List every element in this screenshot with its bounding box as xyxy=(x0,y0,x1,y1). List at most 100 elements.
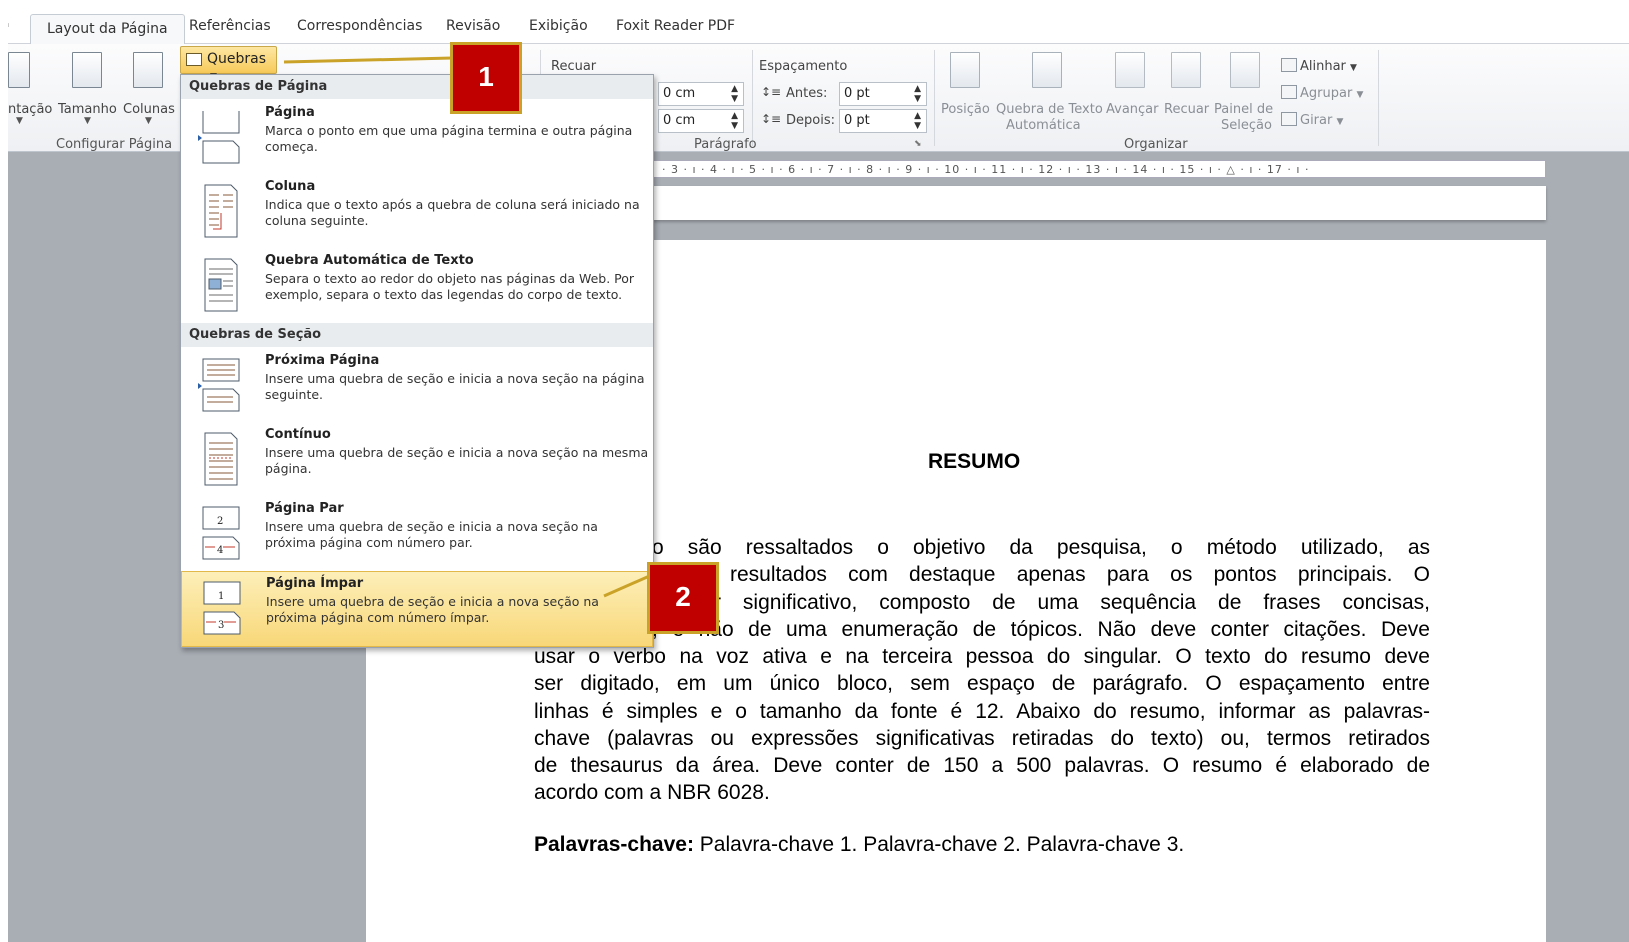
horizontal-ruler[interactable]: · 3 · ı · 4 · ı · 5 · ı · 6 · ı · 7 · ı … xyxy=(653,160,1546,178)
breaks-icon xyxy=(186,53,202,66)
size-icon[interactable] xyxy=(72,52,102,88)
continuous-section-break-icon xyxy=(204,432,238,486)
menu-item-title: Contínuo xyxy=(265,427,331,442)
keywords-value: Palavra-chave 1. Palavra-chave 2. Palavr… xyxy=(693,833,1185,856)
paragraph-line: ser digitado, em um único bloco, sem esp… xyxy=(534,672,1430,695)
menu-item-pagina-impar[interactable]: 13 Página Ímpar Insere uma quebra de seç… xyxy=(181,571,653,647)
orientation-arrow-icon: ▼ xyxy=(16,116,23,126)
space-before-value: 0 pt xyxy=(844,86,870,101)
paragraph-line: r significativo, composto de uma sequênc… xyxy=(714,591,1430,614)
align-button[interactable]: Alinhar ▼ xyxy=(1281,58,1357,74)
breaks-dropdown-menu: Quebras de Página Página Marca o ponto e… xyxy=(180,74,654,648)
indent-right-value: 0 cm xyxy=(663,113,696,128)
previous-page-bottom xyxy=(653,186,1546,220)
space-after-field[interactable]: 0 pt ▲ ▼ xyxy=(839,109,927,133)
tab-referencias[interactable]: Referências xyxy=(189,18,271,34)
space-after-value: 0 pt xyxy=(844,113,870,128)
quebras-label: Quebras xyxy=(207,51,267,67)
group-organizar: Organizar xyxy=(1124,137,1188,152)
menu-item-title: Página Par xyxy=(265,501,344,516)
section-header-section-breaks: Quebras de Seção xyxy=(181,323,653,347)
size-arrow-icon: ▼ xyxy=(84,116,91,126)
menu-item-description: Insere uma quebra de seção e inicia a no… xyxy=(265,371,645,402)
menu-item-pagina[interactable]: Página Marca o ponto em que uma página t… xyxy=(181,101,653,175)
word-window: ˈ Layout da Página Referências Correspon… xyxy=(8,8,1629,942)
align-icon xyxy=(1281,58,1297,72)
group-button[interactable]: Agrupar ▼ xyxy=(1281,85,1363,101)
tab-revisao[interactable]: Revisão xyxy=(446,18,500,34)
menu-item-coluna[interactable]: Coluna Indica que o texto após a quebra … xyxy=(181,175,653,249)
orientation-icon[interactable] xyxy=(8,52,30,88)
callout-number-two: 2 xyxy=(647,562,719,634)
recuar-label: Recuar xyxy=(551,59,597,74)
group-configurar-pagina: Configurar Página xyxy=(56,137,173,152)
paragraph-line: chave (palavras ou expressões significat… xyxy=(534,727,1430,750)
menu-item-description: Indica que o texto após a quebra de colu… xyxy=(265,197,640,228)
espacamento-label: Espaçamento xyxy=(759,59,848,74)
odd-page-section-break-icon: 13 xyxy=(203,581,241,635)
position-label[interactable]: Posição xyxy=(941,102,990,117)
group-arrow-icon: ▼ xyxy=(1356,90,1364,100)
menu-item-pagina-par[interactable]: 24 Página Par Insere uma quebra de seção… xyxy=(181,497,653,571)
menu-item-continuo[interactable]: Contínuo Insere uma quebra de seção e in… xyxy=(181,423,653,497)
svg-text:3: 3 xyxy=(218,620,224,631)
columns-icon[interactable] xyxy=(133,52,163,88)
rotate-arrow-icon: ▼ xyxy=(1336,117,1344,127)
rotate-button[interactable]: Girar ▼ xyxy=(1281,112,1343,128)
section-header-page-breaks: Quebras de Página xyxy=(181,75,653,99)
rotate-label: Girar xyxy=(1300,113,1333,128)
orientation-label[interactable]: ntação xyxy=(8,102,52,117)
menu-item-description: Insere uma quebra de seção e inicia a no… xyxy=(265,445,649,476)
space-before-field[interactable]: 0 pt ▲ ▼ xyxy=(839,82,927,106)
columns-label[interactable]: Colunas xyxy=(123,102,175,117)
position-icon[interactable] xyxy=(950,52,980,88)
menu-item-title: Página Ímpar xyxy=(266,576,364,591)
text-wrap-label-2[interactable]: Automática xyxy=(1006,118,1081,133)
indent-right-field[interactable]: 0 cm ▲ ▼ xyxy=(658,109,744,133)
bring-forward-label[interactable]: Avançar xyxy=(1106,102,1159,117)
svg-text:1: 1 xyxy=(218,591,224,602)
callout-number-one: 1 xyxy=(450,42,522,114)
paragraph-line: acordo com a NBR 6028. xyxy=(534,781,770,804)
ribbon-separator xyxy=(752,50,753,146)
spin-arrows-icon[interactable]: ▲ ▼ xyxy=(914,84,921,104)
quebras-button[interactable]: Quebras ▼ xyxy=(180,46,277,82)
space-before-icon: ↕≡ xyxy=(761,85,782,99)
dialog-launcher-icon[interactable]: ⬊ xyxy=(914,139,922,149)
page-break-icon xyxy=(198,111,240,164)
ribbon-tabs: ˈ Layout da Página Referências Correspon… xyxy=(8,8,1629,45)
menu-item-description: Separa o texto ao redor do objeto nas pá… xyxy=(265,271,635,302)
spin-arrows-icon[interactable]: ▲ ▼ xyxy=(914,111,921,131)
menu-item-proxima-pagina[interactable]: Próxima Página Insere uma quebra de seçã… xyxy=(181,349,653,423)
selection-pane-icon[interactable] xyxy=(1230,52,1260,88)
menu-item-title: Quebra Automática de Texto xyxy=(265,253,474,268)
send-backward-label[interactable]: Recuar xyxy=(1164,102,1209,117)
menu-item-title: Próxima Página xyxy=(265,353,380,368)
tab-foxit-reader-pdf[interactable]: Foxit Reader PDF xyxy=(616,18,735,34)
bring-forward-icon[interactable] xyxy=(1115,52,1145,88)
indent-left-value: 0 cm xyxy=(663,86,696,101)
screenshot-frame: ˈ Layout da Página Referências Correspon… xyxy=(0,0,1629,942)
tab-layout-da-pagina[interactable]: Layout da Página xyxy=(30,14,185,45)
selection-pane-label-1[interactable]: Painel de xyxy=(1214,102,1273,117)
text-wrap-icon[interactable] xyxy=(1032,52,1062,88)
ribbon-separator xyxy=(934,50,935,146)
space-after-icon: ↕≡ xyxy=(761,112,782,126)
align-label: Alinhar xyxy=(1300,59,1346,74)
spin-arrows-icon[interactable]: ▲ ▼ xyxy=(731,84,738,104)
paragraph-line: de thesaurus da área. Deve conter de 150… xyxy=(534,754,1430,777)
tab-correspondencias[interactable]: Correspondências xyxy=(297,18,422,34)
spin-arrows-icon[interactable]: ▲ ▼ xyxy=(731,111,738,131)
even-page-section-break-icon: 24 xyxy=(202,506,240,560)
group-paragrafo: Parágrafo xyxy=(694,137,757,152)
selection-pane-label-2[interactable]: Seleção xyxy=(1221,118,1272,133)
indent-left-field[interactable]: 0 cm ▲ ▼ xyxy=(658,82,744,106)
menu-item-description: Insere uma quebra de seção e inicia a no… xyxy=(266,594,599,625)
tab-exibicao[interactable]: Exibição xyxy=(529,18,588,34)
menu-item-quebra-automatica[interactable]: Quebra Automática de Texto Separa o text… xyxy=(181,249,653,323)
ribbon-separator xyxy=(1378,50,1379,146)
text-wrap-label-1[interactable]: Quebra de Texto xyxy=(996,102,1103,117)
send-backward-icon[interactable] xyxy=(1171,52,1201,88)
menu-item-description: Insere uma quebra de seção e inicia a no… xyxy=(265,519,598,550)
size-label[interactable]: Tamanho xyxy=(58,102,117,117)
